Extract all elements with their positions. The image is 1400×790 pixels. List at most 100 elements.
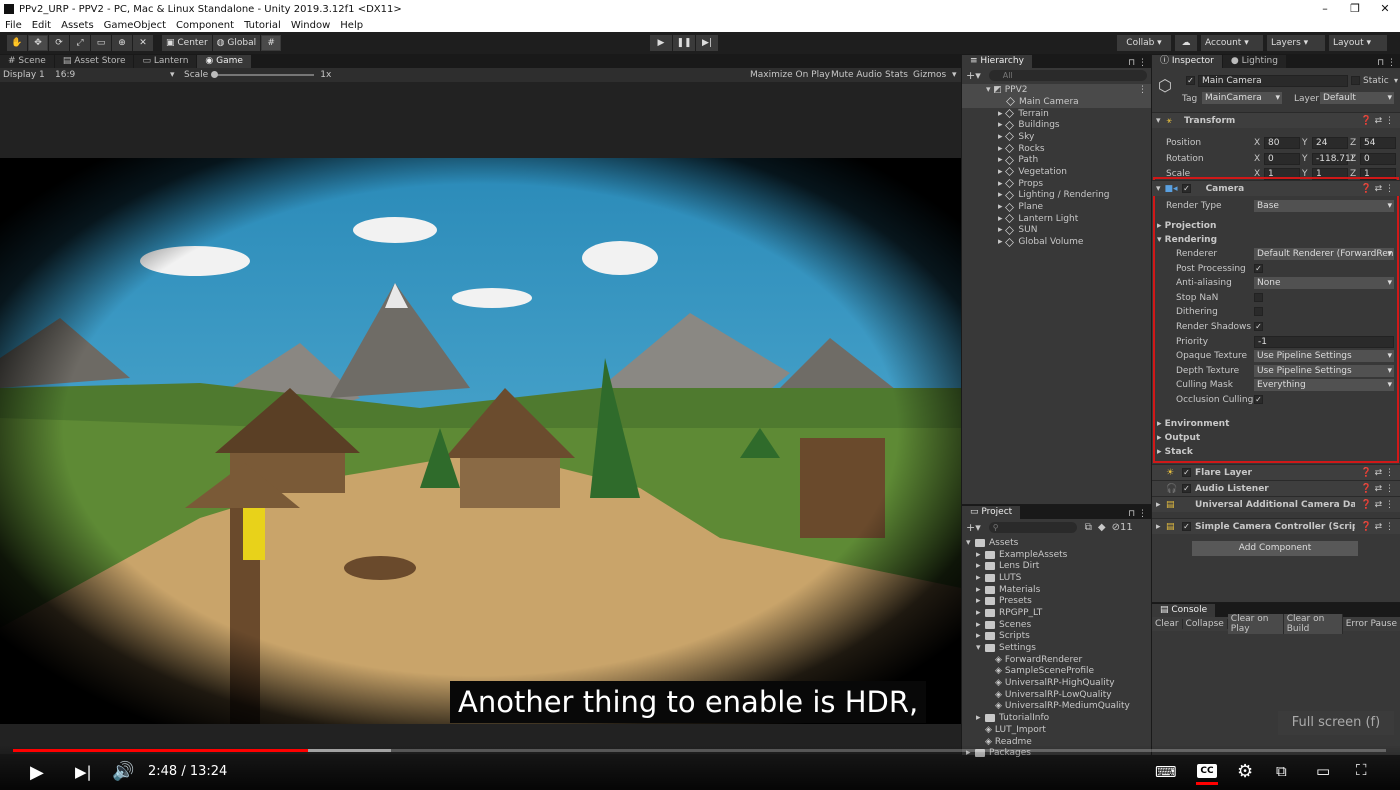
post-processing-checkbox[interactable]: ✓ — [1254, 263, 1263, 273]
close-icon[interactable]: ✕ — [1370, 0, 1400, 18]
component-enabled-checkbox[interactable]: ✓ — [1182, 522, 1191, 531]
transform-tool-icon[interactable]: ⊕ — [112, 35, 132, 51]
hierarchy-item-path[interactable]: ▸ Path — [962, 154, 1151, 166]
camera-header[interactable]: ▾ ■◂ ✓ Camera ❓ ⇄ ⋮ — [1152, 180, 1400, 196]
hierarchy-item-props[interactable]: ▸ Props — [962, 178, 1151, 190]
step-button-icon[interactable]: ▶| — [696, 35, 718, 51]
position-z-field[interactable]: 54 — [1360, 137, 1396, 149]
tab-game[interactable]: ◉ Game — [197, 55, 251, 68]
account-dropdown[interactable]: Account ▾ — [1201, 35, 1263, 51]
hierarchy-item-lantern-light[interactable]: ▸ Lantern Light — [962, 213, 1151, 225]
lock-icon[interactable]: ⊓ ⋮ — [1128, 58, 1147, 68]
project-folder-lens-dirt[interactable]: ▸ Lens Dirt — [962, 560, 1151, 572]
component-simple-camera-controller-script[interactable]: ▸ ▤ ✓ Simple Camera Controller (Script) ❓ ⇄ … — [1152, 518, 1400, 534]
display-dropdown[interactable]: Display 1 — [3, 70, 55, 80]
theater-mode-icon[interactable]: ▭ — [1316, 762, 1330, 780]
hidden-count-icon[interactable]: ⊘ — [1112, 522, 1120, 533]
stack-foldout[interactable]: ▸ Stack — [1152, 445, 1400, 459]
menu-window[interactable]: Window — [286, 20, 335, 31]
culling-mask-dropdown[interactable]: Everything — [1254, 379, 1394, 392]
project-search-input[interactable]: ⚲ — [988, 521, 1077, 533]
play-icon[interactable]: ▶ — [30, 762, 44, 783]
menu-gameobject[interactable]: GameObject — [99, 20, 171, 31]
tag-dropdown[interactable]: MainCamera — [1202, 92, 1282, 104]
mute-audio-toggle[interactable]: Mute Audio — [831, 70, 882, 80]
static-dropdown[interactable]: Static — [1363, 76, 1389, 86]
hierarchy-item-global-volume[interactable]: ▸ Global Volume — [962, 236, 1151, 248]
project-asset-universalrp-highquality[interactable]: ◈ UniversalRP-HighQuality — [962, 677, 1151, 689]
fullscreen-icon[interactable]: ⛶ — [1356, 761, 1367, 779]
collab-button[interactable]: Collab ▾ — [1117, 35, 1171, 51]
rotation-y-field[interactable]: -118.71! — [1312, 153, 1354, 165]
custom-tool-icon[interactable]: ✕ — [133, 35, 153, 51]
project-asset-samplesceneprofile[interactable]: ◈ SampleSceneProfile — [962, 666, 1151, 678]
component-flare-layer[interactable]: ☀ ✓ Flare Layer ❓ ⇄ ⋮ — [1152, 464, 1400, 480]
camera-help-icon[interactable]: ❓ ⇄ ⋮ — [1361, 184, 1394, 194]
active-checkbox[interactable]: ✓ — [1186, 76, 1195, 85]
project-folder-scenes[interactable]: ▸ Scenes — [962, 619, 1151, 631]
scale-slider-handle[interactable] — [211, 71, 219, 78]
pause-button-icon[interactable]: ❚❚ — [673, 35, 695, 51]
tab-hierarchy[interactable]: ≡ Hierarchy — [962, 55, 1032, 68]
rotation-x-field[interactable]: 0 — [1264, 153, 1300, 165]
occlusion-culling-checkbox[interactable]: ✓ — [1254, 395, 1263, 404]
project-asset-forwardrenderer[interactable]: ◈ ForwardRenderer — [962, 654, 1151, 666]
tab-lantern[interactable]: ▭ Lantern — [134, 55, 197, 68]
project-folder-presets[interactable]: ▸ Presets — [962, 595, 1151, 607]
project-folder-exampleassets[interactable]: ▸ ExampleAssets — [962, 549, 1151, 561]
render-shadows-checkbox[interactable]: ✓ — [1254, 322, 1263, 331]
hierarchy-item-lighting-rendering[interactable]: ▸ Lighting / Rendering — [962, 190, 1151, 202]
project-folder-settings[interactable]: ▾ Settings — [962, 642, 1151, 654]
projection-foldout[interactable]: ▸ Projection — [1152, 219, 1400, 233]
environment-foldout[interactable]: ▸ Environment — [1152, 417, 1400, 431]
play-button-icon[interactable]: ▶ — [650, 35, 672, 51]
scale-slider[interactable] — [211, 71, 315, 78]
component-menu-icon[interactable]: ❓ ⇄ ⋮ — [1361, 522, 1394, 532]
position-x-field[interactable]: 80 — [1264, 137, 1300, 149]
layout-dropdown[interactable]: Layout ▾ — [1329, 35, 1387, 51]
layer-dropdown[interactable]: Default — [1320, 92, 1394, 104]
menu-assets[interactable]: Assets — [56, 20, 99, 31]
console-error-pause-button[interactable]: Error Pause — [1343, 619, 1400, 629]
settings-gear-icon[interactable]: ⚙ — [1237, 761, 1253, 782]
rect-tool-icon[interactable]: ▭ — [91, 35, 111, 51]
console-clear-on-play-button[interactable]: Clear on Play — [1227, 614, 1284, 634]
stop-nan-checkbox[interactable] — [1254, 292, 1263, 302]
menu-component[interactable]: Component — [171, 20, 239, 31]
project-asset-universalrp-lowquality[interactable]: ◈ UniversalRP-LowQuality — [962, 689, 1151, 701]
miniplayer-icon[interactable]: ⧉ — [1276, 762, 1287, 780]
gizmos-dropdown[interactable]: Gizmos — [913, 70, 946, 80]
rotate-tool-icon[interactable]: ⟳ — [49, 35, 69, 51]
add-component-button[interactable]: Add Component — [1192, 541, 1358, 556]
tab-scene[interactable]: # Scene — [0, 55, 54, 68]
video-progress-track[interactable] — [13, 749, 1386, 752]
filter-type-icon[interactable]: ⧉ — [1085, 522, 1092, 533]
aspect-dropdown[interactable]: 16:9 — [55, 70, 170, 80]
menu-help[interactable]: Help — [335, 20, 368, 31]
dithering-checkbox[interactable] — [1254, 307, 1263, 317]
renderer-dropdown[interactable]: Default Renderer (ForwardRenc — [1254, 248, 1394, 260]
menu-edit[interactable]: Edit — [27, 20, 56, 31]
move-tool-icon[interactable]: ✥ — [28, 35, 48, 51]
position-y-field[interactable]: 24 — [1312, 137, 1348, 149]
tab-console[interactable]: ▤ Console — [1152, 604, 1216, 617]
component-audio-listener[interactable]: 🎧 ✓ Audio Listener ❓ ⇄ ⋮ — [1152, 480, 1400, 496]
scene-menu-icon[interactable]: ⋮ — [1138, 85, 1147, 95]
volume-icon[interactable]: 🔊 — [112, 761, 134, 782]
hand-tool-icon[interactable]: ✋ — [7, 35, 27, 51]
maximize-icon[interactable]: ❐ — [1340, 0, 1370, 18]
project-folder-scripts[interactable]: ▸ Scripts — [962, 631, 1151, 643]
object-name-field[interactable]: Main Camera — [1198, 75, 1348, 87]
tab-asset-store[interactable]: ▤ Asset Store — [54, 55, 134, 68]
pivot-center-button[interactable]: ▣ Center — [162, 35, 212, 51]
component-menu-icon[interactable]: ❓ ⇄ ⋮ — [1361, 468, 1394, 478]
maximize-on-play-toggle[interactable]: Maximize On Play — [750, 70, 830, 80]
console-clear-button[interactable]: Clear — [1152, 619, 1183, 629]
inspector-lock-icon[interactable]: ⊓ ⋮ — [1377, 58, 1396, 68]
hierarchy-item-sun[interactable]: ▸ SUN — [962, 225, 1151, 237]
component-enabled-checkbox[interactable]: ✓ — [1182, 484, 1191, 493]
rotation-z-field[interactable]: 0 — [1360, 153, 1396, 165]
project-item-tutorialinfo[interactable]: ▸ TutorialInfo — [962, 712, 1151, 724]
render-type-dropdown[interactable]: Base — [1254, 200, 1394, 212]
project-folder-materials[interactable]: ▸ Materials — [962, 584, 1151, 596]
